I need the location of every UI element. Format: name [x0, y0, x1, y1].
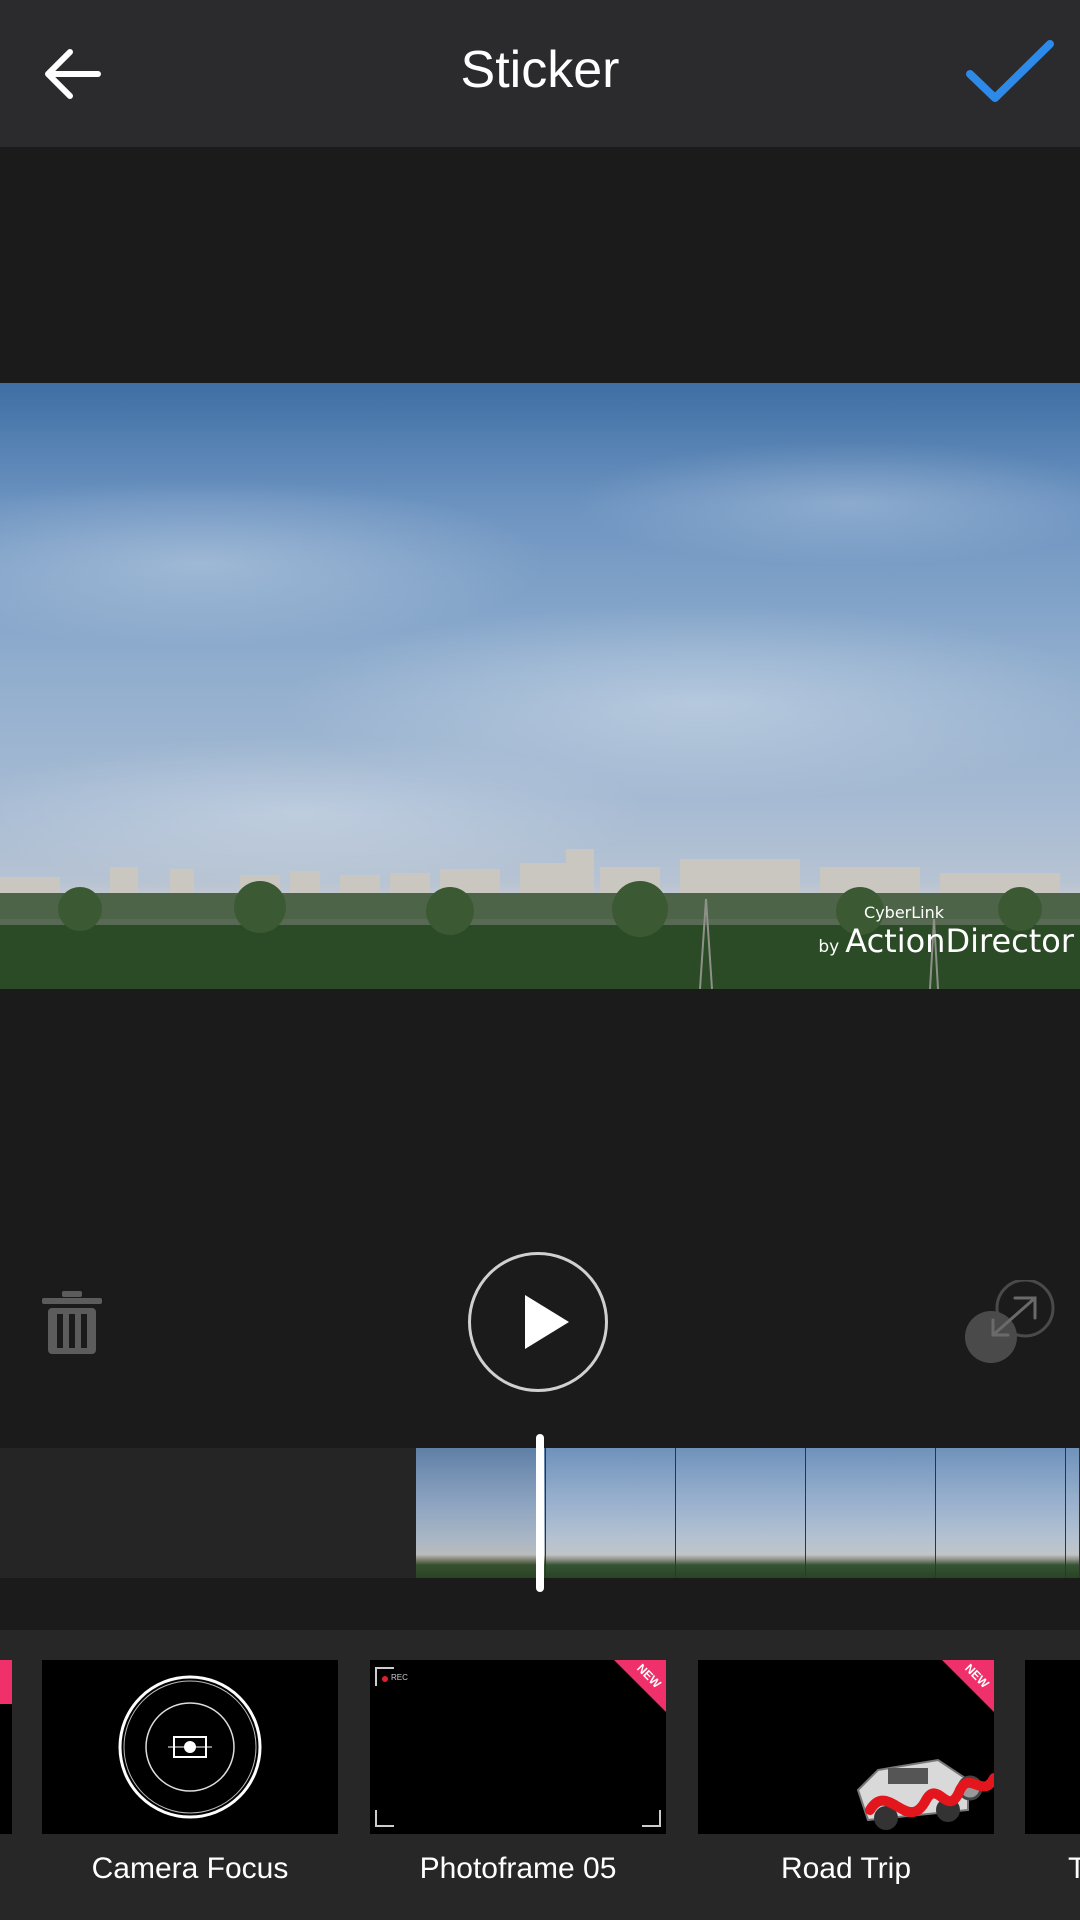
- top-bar: Sticker: [0, 0, 1080, 147]
- checkmark-icon: [966, 40, 1054, 102]
- delete-button[interactable]: [38, 1288, 106, 1356]
- play-icon: [525, 1295, 569, 1349]
- camera-focus-icon: [118, 1675, 262, 1819]
- sticker-item-camera-focus[interactable]: Camera Focus: [42, 1660, 338, 1886]
- sticker-item-partial-left[interactable]: [0, 1660, 12, 1834]
- watermark-brand: CyberLink: [864, 903, 944, 922]
- timeline-playhead[interactable]: [536, 1434, 544, 1592]
- timeline-frame: [936, 1448, 1066, 1578]
- timeline-frame: [1066, 1448, 1080, 1578]
- watermark-product: ActionDirector: [845, 922, 1074, 960]
- resize-icon: [965, 1278, 1055, 1363]
- watermark: CyberLink by ActionDirector: [818, 903, 1074, 960]
- sticker-label: Photoframe 05: [419, 1852, 617, 1885]
- sticker-strip: Camera Focus REC NEW Photoframe 05 NEW R…: [0, 1630, 1080, 1920]
- timeline-frames: [416, 1448, 1080, 1578]
- sticker-label: Camera Focus: [91, 1852, 289, 1885]
- page-title: Sticker: [460, 41, 620, 99]
- sticker-item-road-trip[interactable]: NEW Road Trip: [698, 1660, 994, 1886]
- new-badge: [0, 1660, 12, 1704]
- sticker-item-photoframe-05[interactable]: REC NEW Photoframe 05: [370, 1660, 666, 1886]
- trash-icon: [42, 1291, 102, 1354]
- sticker-thumbnail: REC NEW: [370, 1660, 666, 1834]
- watermark-by: by: [818, 937, 840, 957]
- sticker-label: Road Trip: [780, 1852, 912, 1885]
- timeline-frame: [416, 1448, 546, 1578]
- play-button[interactable]: [468, 1252, 608, 1392]
- sticker-item-partial-right[interactable]: [1025, 1660, 1080, 1834]
- video-preview[interactable]: CyberLink by ActionDirector: [0, 383, 1080, 989]
- resize-button[interactable]: [965, 1278, 1055, 1365]
- sticker-thumbnail: NEW: [698, 1660, 994, 1834]
- timeline-frame: [806, 1448, 936, 1578]
- sticker-thumbnail: [42, 1660, 338, 1834]
- confirm-button[interactable]: [960, 30, 1060, 120]
- sticker-label-partial: T: [1068, 1852, 1080, 1885]
- rec-label: REC: [391, 1673, 408, 1682]
- timeline-frame: [546, 1448, 676, 1578]
- timeline-frame: [676, 1448, 806, 1578]
